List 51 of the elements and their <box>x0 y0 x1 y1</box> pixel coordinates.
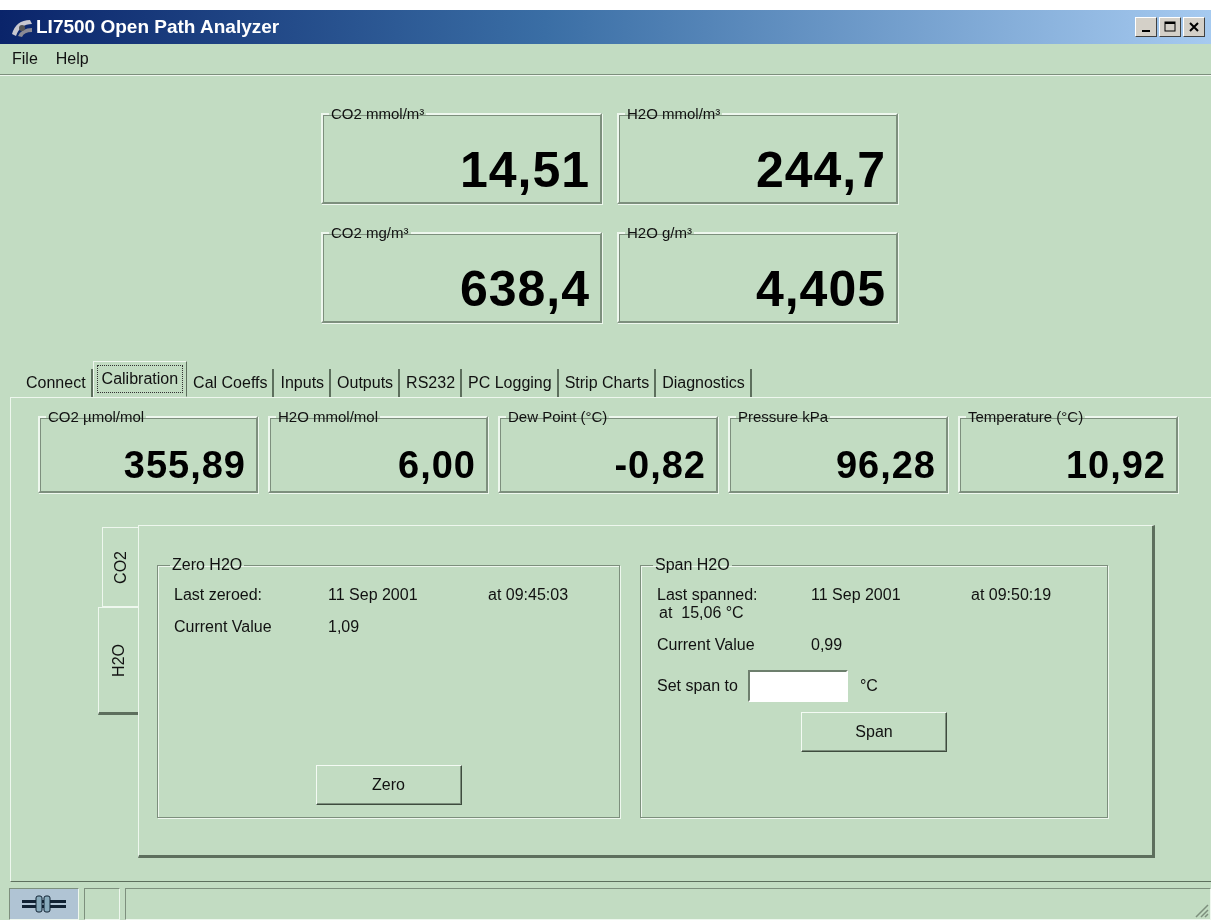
readout-label: H2O mmol/m³ <box>626 105 722 122</box>
date-label: Last spanned: <box>657 586 759 604</box>
menu-item[interactable]: Help <box>55 50 89 68</box>
readout-label: Pressure kPa <box>737 408 830 425</box>
readout-value: 355,89 <box>123 445 246 487</box>
span-input-field[interactable] <box>747 670 848 702</box>
span-button[interactable]: Span <box>801 712 947 752</box>
close-icon <box>1189 22 1199 32</box>
value-label: Current Value <box>657 636 756 654</box>
maximize-icon <box>1164 21 1176 33</box>
readout-value: 6,00 <box>398 445 476 487</box>
value-label: Current Value <box>174 618 273 636</box>
menu-item[interactable]: File <box>12 50 38 68</box>
date-value: 11 Sep 2001 <box>811 586 902 604</box>
unit-label: °C <box>859 677 878 695</box>
time-value: at 09:50:19 <box>971 586 1052 604</box>
readout-value: -0,82 <box>614 445 706 487</box>
current-value: 0,99 <box>811 636 843 654</box>
window-title: LI7500 Open Path Analyzer <box>36 16 280 38</box>
readout-label: Temperature (°C) <box>967 408 1085 425</box>
close-button[interactable] <box>1183 17 1205 37</box>
side-tab[interactable]: H2O <box>98 607 138 715</box>
current-value: 1,09 <box>328 618 360 636</box>
readout-label: CO2 µmol/mol <box>47 408 146 425</box>
resize-grip-icon[interactable] <box>1193 902 1209 918</box>
span-label: Set span to <box>657 677 738 695</box>
readout-value: 244,7 <box>755 143 886 198</box>
readout-label: Dew Point (°C) <box>507 408 609 425</box>
readout-label: CO2 mg/m³ <box>330 224 410 241</box>
date-label: Last zeroed: <box>174 586 264 604</box>
readout-value: 96,28 <box>835 445 936 487</box>
tab[interactable]: Calibration <box>92 361 188 397</box>
readout-label: CO2 mmol/m³ <box>330 105 426 122</box>
side-tab[interactable]: CO2 <box>102 527 138 607</box>
status-panel <box>84 888 120 920</box>
temperature-value: at 15,06 °C <box>659 604 745 622</box>
group-title: Span H2O <box>654 556 731 574</box>
readout-value: 638,4 <box>459 262 590 317</box>
date-value: 11 Sep 2001 <box>328 586 419 604</box>
minimize-icon <box>1142 30 1150 32</box>
readout-value: 4,405 <box>755 262 886 317</box>
time-value: at 09:45:03 <box>488 586 569 604</box>
group-title: Zero H2O <box>171 556 244 574</box>
readout-value: 10,92 <box>1065 445 1166 487</box>
maximize-button[interactable] <box>1159 17 1181 37</box>
readout-label: H2O g/m³ <box>626 224 693 241</box>
minimize-button[interactable] <box>1135 17 1157 37</box>
connection-status-icon <box>9 888 79 920</box>
zero-button[interactable]: Zero <box>315 765 462 805</box>
readout-label: H2O mmol/mol <box>277 408 379 425</box>
readout-value: 14,51 <box>459 143 590 198</box>
